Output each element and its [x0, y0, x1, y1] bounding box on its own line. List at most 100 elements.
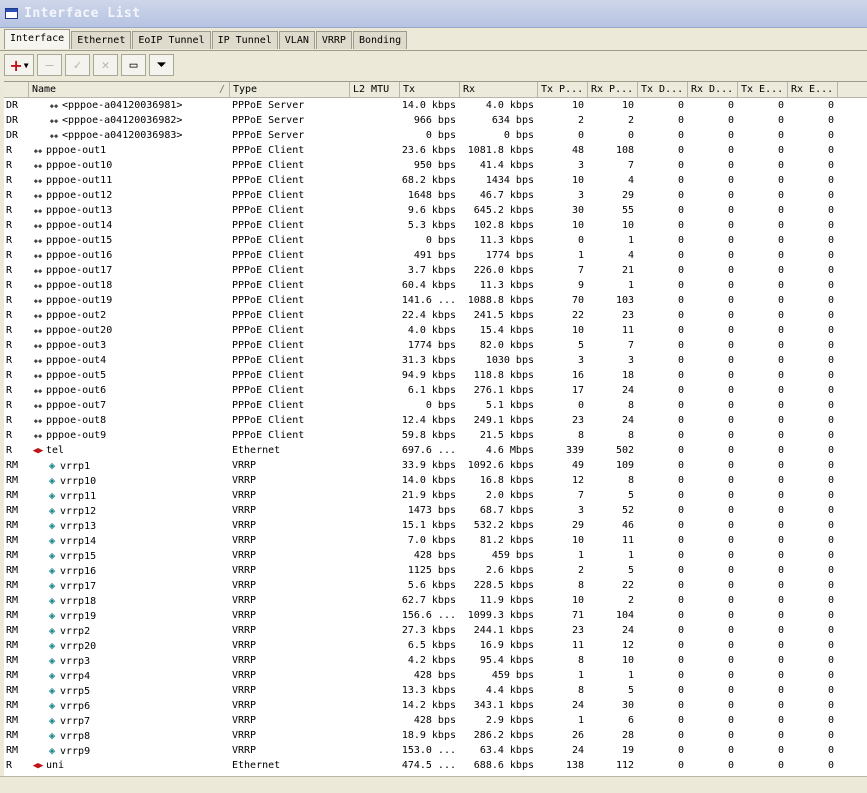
- table-row[interactable]: R ◆◆ pppoe-out2 PPPoE Client 22.4 kbps 241.5 …: [4, 308, 867, 323]
- table-row[interactable]: R ◆◆ pppoe-out8 PPPoE Client 12.4 kbps 249.1 …: [4, 413, 867, 428]
- cell-tx-packets: 24: [571, 700, 584, 711]
- table-row[interactable]: R ◆◆ pppoe-out6 PPPoE Client 6.1 kbps 276.1 k…: [4, 383, 867, 398]
- table-row[interactable]: R ◆◆ pppoe-out11 PPPoE Client 68.2 kbps 1434 …: [4, 173, 867, 188]
- table-row[interactable]: R ◆◆ pppoe-out17 PPPoE Client 3.7 kbps 226.0 …: [4, 263, 867, 278]
- table-row[interactable]: R ◆◆ pppoe-out9 PPPoE Client 59.8 kbps 21.5 k…: [4, 428, 867, 443]
- cell-tx: 7.0 kbps: [407, 535, 456, 546]
- cell-tx-packets: 48: [571, 145, 584, 156]
- cell-tx: 428 bps: [413, 670, 456, 681]
- col-header-rx-drops[interactable]: Rx D...: [688, 82, 738, 97]
- table-row[interactable]: RM ◈ vrrp13 VRRP 15.1 kbps 532.2 kbps 29 46 0 0 0 0: [4, 518, 867, 533]
- table-row[interactable]: RM ◈ vrrp12 VRRP 1473 bps 68.7 kbps 3 52 0 0 0 0: [4, 503, 867, 518]
- remove-button[interactable]: —: [37, 54, 62, 76]
- cell-rx-packets: 0: [627, 130, 634, 141]
- table-row[interactable]: R ◆◆ pppoe-out5 PPPoE Client 94.9 kbps 118.8 …: [4, 368, 867, 383]
- enable-button[interactable]: ✓: [65, 54, 90, 76]
- cell-tx: 13.3 kbps: [401, 685, 456, 696]
- cell-tx: 21.9 kbps: [401, 490, 456, 501]
- disable-button[interactable]: ✕: [93, 54, 118, 76]
- tab-eoip-tunnel[interactable]: EoIP Tunnel: [132, 31, 211, 49]
- table-row[interactable]: R ◆◆ pppoe-out14 PPPoE Client 5.3 kbps 102.8 …: [4, 218, 867, 233]
- interface-name: pppoe-out6: [46, 385, 107, 396]
- tab-ip-tunnel[interactable]: IP Tunnel: [211, 31, 278, 49]
- table-row[interactable]: R ◆◆ pppoe-out1 PPPoE Client 23.6 kbps 1081.8…: [4, 143, 867, 158]
- cell-tx-drops: 0: [677, 385, 684, 396]
- cell-tx-packets: 1: [577, 550, 584, 561]
- col-header-flags[interactable]: [4, 82, 29, 97]
- comment-button[interactable]: ▭: [121, 54, 146, 76]
- cell-name: ◆◆ pppoe-out17: [29, 263, 230, 278]
- table-row[interactable]: RM ◈ vrrp16 VRRP 1125 bps 2.6 kbps 2 5 0 0 0 0: [4, 563, 867, 578]
- table-row[interactable]: RM ◈ vrrp8 VRRP 18.9 kbps 286.2 kbps 26 28 0 0 0 0: [4, 728, 867, 743]
- cell-tx-drops: 0: [677, 325, 684, 336]
- cell-flags: R: [6, 355, 13, 366]
- col-header-name[interactable]: Name /: [29, 82, 230, 97]
- cell-rx-drops: 0: [727, 700, 734, 711]
- table-row[interactable]: R ◆◆ pppoe-out4 PPPoE Client 31.3 kbps 1030 b…: [4, 353, 867, 368]
- tab-ethernet[interactable]: Ethernet: [71, 31, 132, 49]
- table-row[interactable]: RM ◈ vrrp15 VRRP 428 bps 459 bps 1 1 0 0 0 0: [4, 548, 867, 563]
- table-row[interactable]: R ◆◆ pppoe-out15 PPPoE Client 0 bps 11.3 kbps…: [4, 233, 867, 248]
- col-header-type[interactable]: Type: [230, 82, 350, 97]
- cell-tx-drops: 0: [677, 130, 684, 141]
- add-button[interactable]: + ▼: [4, 54, 34, 76]
- tab-bonding[interactable]: Bonding: [352, 31, 408, 49]
- cell-rx-packets: 19: [621, 745, 634, 756]
- table-row[interactable]: RM ◈ vrrp17 VRRP 5.6 kbps 228.5 kbps 8 22 0 0 0 0: [4, 578, 867, 593]
- cell-tx-packets: 2: [577, 115, 584, 126]
- filter-button[interactable]: ⏷: [149, 54, 174, 76]
- table-row[interactable]: DR ◆◆ <pppoe-a04120036981> PPPoE Server 14.0…: [4, 98, 867, 113]
- interface-name: pppoe-out1: [46, 145, 107, 156]
- table-row[interactable]: RM ◈ vrrp2 VRRP 27.3 kbps 244.1 kbps 23 24 0 0 0 0: [4, 623, 867, 638]
- cell-tx: 950 bps: [413, 160, 456, 171]
- table-row[interactable]: RM ◈ vrrp11 VRRP 21.9 kbps 2.0 kbps 7 5 0 0 0 0: [4, 488, 867, 503]
- col-header-l2mtu[interactable]: L2 MTU: [350, 82, 400, 97]
- table-row[interactable]: RM ◈ vrrp10 VRRP 14.0 kbps 16.8 kbps 12 8 0 0 0 0: [4, 473, 867, 488]
- col-header-rx-packets[interactable]: Rx P...: [588, 82, 638, 97]
- table-row[interactable]: R ◆◆ pppoe-out19 PPPoE Client 141.6 ... 1088.…: [4, 293, 867, 308]
- table-row[interactable]: R ◆◆ pppoe-out10 PPPoE Client 950 bps 41.4 kb…: [4, 158, 867, 173]
- table-row[interactable]: DR ◆◆ <pppoe-a04120036983> PPPoE Server 0 bp…: [4, 128, 867, 143]
- tab-vlan[interactable]: VLAN: [278, 31, 315, 49]
- table-row[interactable]: RM ◈ vrrp4 VRRP 428 bps 459 bps 1 1 0 0 0 0: [4, 668, 867, 683]
- table-row[interactable]: R ◀▶ tel Ethernet 697.6 ... 4.6 Mbps 339 502 0 0 0…: [4, 443, 867, 458]
- cell-rx-packets: 104: [615, 610, 634, 621]
- tab-vrrp[interactable]: VRRP: [315, 31, 352, 49]
- table-row[interactable]: RM ◈ vrrp18 VRRP 62.7 kbps 11.9 kbps 10 2 0 0 0 0: [4, 593, 867, 608]
- cell-type: PPPoE Client: [232, 430, 305, 441]
- table-row[interactable]: RM ◈ vrrp19 VRRP 156.6 ... 1099.3 kbps 71 104 0 0…: [4, 608, 867, 623]
- cell-l2mtu: [350, 503, 400, 518]
- cell-rx-packets: 21: [621, 265, 634, 276]
- cell-tx-drops: 0: [677, 535, 684, 546]
- table-row[interactable]: RM ◈ vrrp3 VRRP 4.2 kbps 95.4 kbps 8 10 0 0 0 0: [4, 653, 867, 668]
- table-row[interactable]: R ◆◆ pppoe-out7 PPPoE Client 0 bps 5.1 kbps 0 8…: [4, 398, 867, 413]
- col-header-rx-errors[interactable]: Rx E...: [788, 82, 838, 97]
- table-row[interactable]: RM ◈ vrrp7 VRRP 428 bps 2.9 kbps 1 6 0 0 0 0: [4, 713, 867, 728]
- table-row[interactable]: R ◀▶ uni Ethernet 474.5 ... 688.6 kbps 138 112 0…: [4, 758, 867, 773]
- table-row[interactable]: R ◆◆ pppoe-out20 PPPoE Client 4.0 kbps 15.4 k…: [4, 323, 867, 338]
- col-header-tx-drops[interactable]: Tx D...: [638, 82, 688, 97]
- tab-interface[interactable]: Interface: [4, 29, 71, 49]
- table-row[interactable]: R ◆◆ pppoe-out12 PPPoE Client 1648 bps 46.7 k…: [4, 188, 867, 203]
- table-row[interactable]: R ◆◆ pppoe-out13 PPPoE Client 9.6 kbps 645.2 …: [4, 203, 867, 218]
- col-header-tx-errors[interactable]: Tx E...: [738, 82, 788, 97]
- table-row[interactable]: RM ◈ vrrp20 VRRP 6.5 kbps 16.9 kbps 11 12 0 0 0 0: [4, 638, 867, 653]
- col-header-tx-packets[interactable]: Tx P...: [538, 82, 588, 97]
- table-row[interactable]: RM ◈ vrrp1 VRRP 33.9 kbps 1092.6 kbps 49 109 0 0 0…: [4, 458, 867, 473]
- cell-rx-packets: 55: [621, 205, 634, 216]
- cell-rx-drops: 0: [727, 355, 734, 366]
- table-row[interactable]: DR ◆◆ <pppoe-a04120036982> PPPoE Server 966 …: [4, 113, 867, 128]
- col-header-rx[interactable]: Rx: [460, 82, 538, 97]
- cell-tx-drops: 0: [677, 175, 684, 186]
- cell-tx-errors: 0: [777, 520, 784, 531]
- col-header-tx[interactable]: Tx: [400, 82, 460, 97]
- cell-type: PPPoE Client: [232, 310, 305, 321]
- table-row[interactable]: R ◆◆ pppoe-out16 PPPoE Client 491 bps 1774 bp…: [4, 248, 867, 263]
- table-row[interactable]: RM ◈ vrrp14 VRRP 7.0 kbps 81.2 kbps 10 11 0 0 0 0: [4, 533, 867, 548]
- table-row[interactable]: RM ◈ vrrp9 VRRP 153.0 ... 63.4 kbps 24 19 0 0 0 0: [4, 743, 867, 758]
- table-row[interactable]: R ◆◆ pppoe-out3 PPPoE Client 1774 bps 82.0 kb…: [4, 338, 867, 353]
- table-row[interactable]: RM ◈ vrrp5 VRRP 13.3 kbps 4.4 kbps 8 5 0 0 0 0: [4, 683, 867, 698]
- table-row[interactable]: R ◆◆ pppoe-out18 PPPoE Client 60.4 kbps 11.3 …: [4, 278, 867, 293]
- cell-tx: 15.1 kbps: [401, 520, 456, 531]
- table-row[interactable]: RM ◈ vrrp6 VRRP 14.2 kbps 343.1 kbps 24 30 0 0 0 0: [4, 698, 867, 713]
